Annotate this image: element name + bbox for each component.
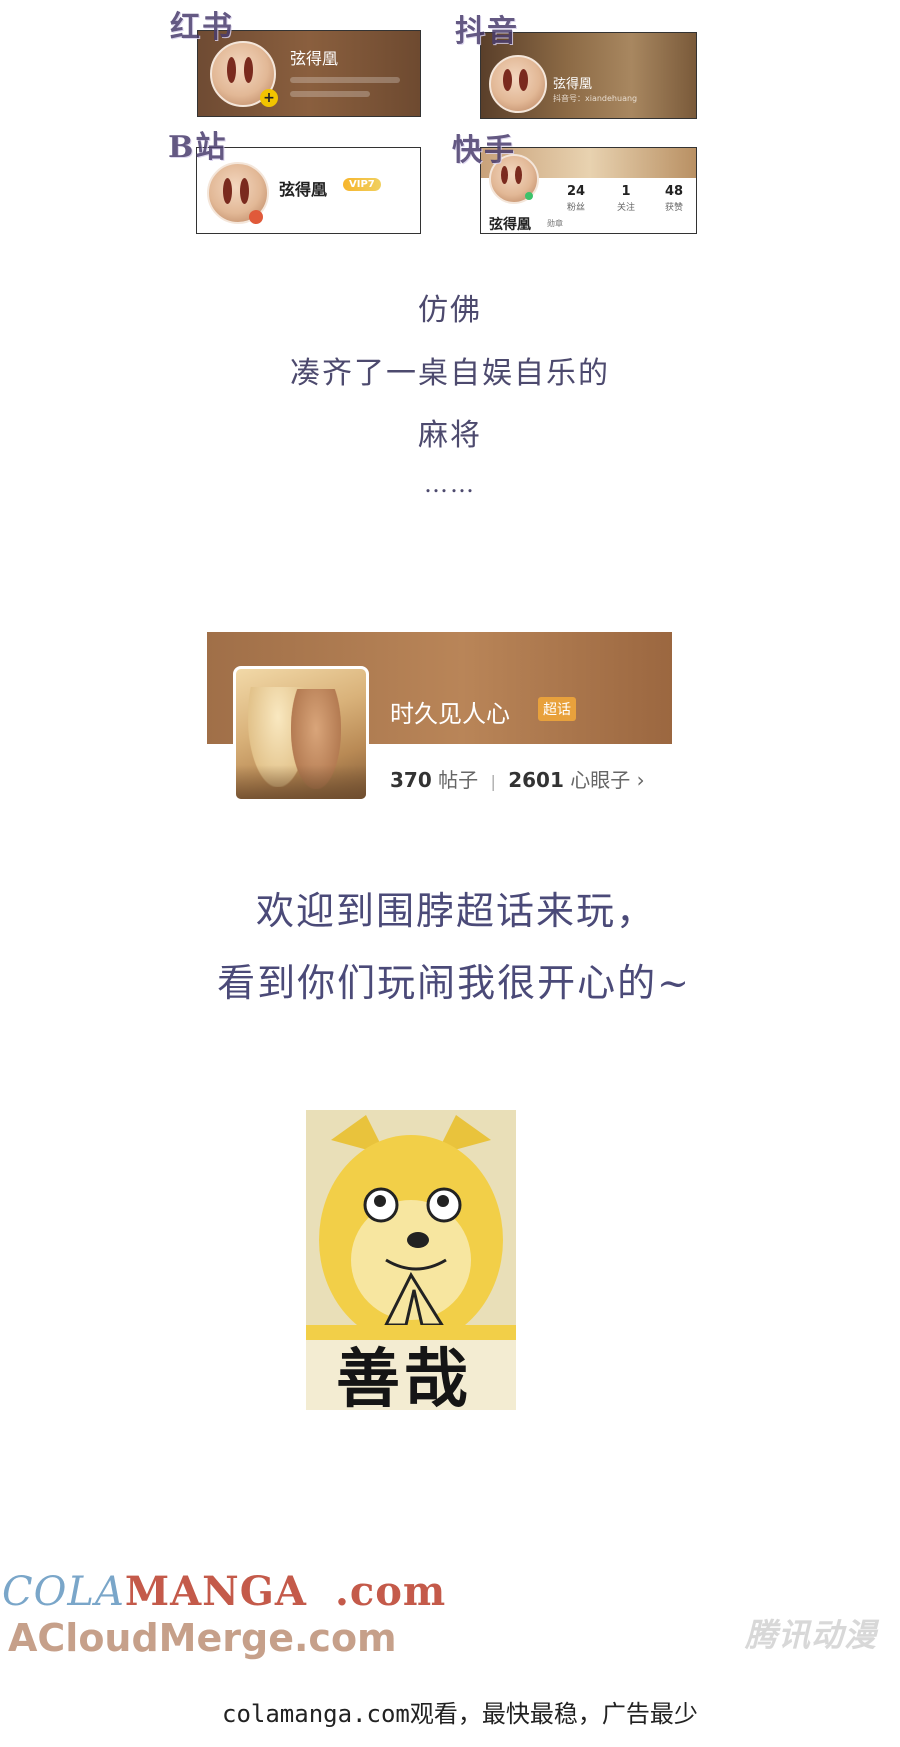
members-count: 2601 bbox=[508, 768, 564, 792]
publisher-logo: 腾讯动漫 bbox=[745, 1616, 878, 1654]
doge-face bbox=[306, 1110, 516, 1345]
vip-badge: VIP7 bbox=[343, 178, 381, 191]
platform-username: 弦得凰 bbox=[290, 49, 339, 68]
platform-label: 快手 bbox=[452, 133, 516, 168]
platform-label: 红书 bbox=[170, 10, 234, 45]
posts-label: 帖子 bbox=[438, 768, 479, 792]
meme-caption: 善哉 bbox=[336, 1343, 472, 1417]
platform-username: 弦得凰 bbox=[279, 180, 328, 199]
medal-label: 勋章 bbox=[547, 219, 563, 228]
platform-label: B站 bbox=[168, 130, 228, 165]
plus-icon: + bbox=[260, 89, 278, 107]
platform-username: 弦得凰 bbox=[489, 217, 531, 233]
super-topic-stats[interactable]: 370 帖子 | 2601 心眼子 › bbox=[390, 764, 645, 793]
stat-following-value: 1 bbox=[621, 184, 631, 199]
doge-praying-icon: 善哉 bbox=[306, 1110, 516, 1417]
welcome-line-2: 看到你们玩闹我很开心的~ bbox=[217, 961, 691, 1005]
poem-line-1: 仿佛 bbox=[418, 293, 482, 328]
poem-line-2: 凑齐了一桌自娱自乐的 bbox=[290, 356, 610, 391]
online-indicator bbox=[525, 192, 533, 200]
chevron-right-icon: › bbox=[636, 768, 645, 792]
stat-fans-value: 24 bbox=[566, 184, 586, 199]
super-topic-title[interactable]: 时久见人心 bbox=[390, 694, 510, 729]
watermark-colamanga: COLAMANGA .com bbox=[2, 1568, 447, 1615]
watermark-acloudmerge: ACloudMerge.com bbox=[8, 1616, 397, 1660]
platform-username: 弦得凰 bbox=[553, 77, 593, 92]
verified-icon bbox=[249, 210, 263, 224]
footer-note: colamanga.com观看，最快最稳，广告最少 bbox=[222, 1700, 698, 1728]
stat-fans-label: 粉丝 bbox=[566, 203, 585, 213]
avatar bbox=[489, 55, 547, 113]
super-topic-cover-image bbox=[233, 666, 369, 802]
stats-separator: | bbox=[490, 772, 496, 791]
members-label: 心眼子 bbox=[570, 768, 631, 792]
welcome-line-1: 欢迎到围脖超话来玩， bbox=[255, 889, 656, 933]
stat-likes-value: 48 bbox=[664, 184, 684, 199]
poem-line-3: 麻将 bbox=[418, 418, 482, 453]
stat-likes-label: 获赞 bbox=[664, 203, 683, 213]
posts-count: 370 bbox=[390, 768, 432, 792]
stat-following-label: 关注 bbox=[616, 203, 635, 213]
platform-label: 抖音 bbox=[455, 14, 519, 49]
platform-card-bilibili: 弦得凰 VIP7 bbox=[196, 147, 421, 234]
platform-account-id: 抖音号：xiandehuang bbox=[553, 94, 638, 103]
poem-line-4: …… bbox=[424, 470, 476, 498]
super-topic-badge: 超话 bbox=[538, 697, 576, 721]
